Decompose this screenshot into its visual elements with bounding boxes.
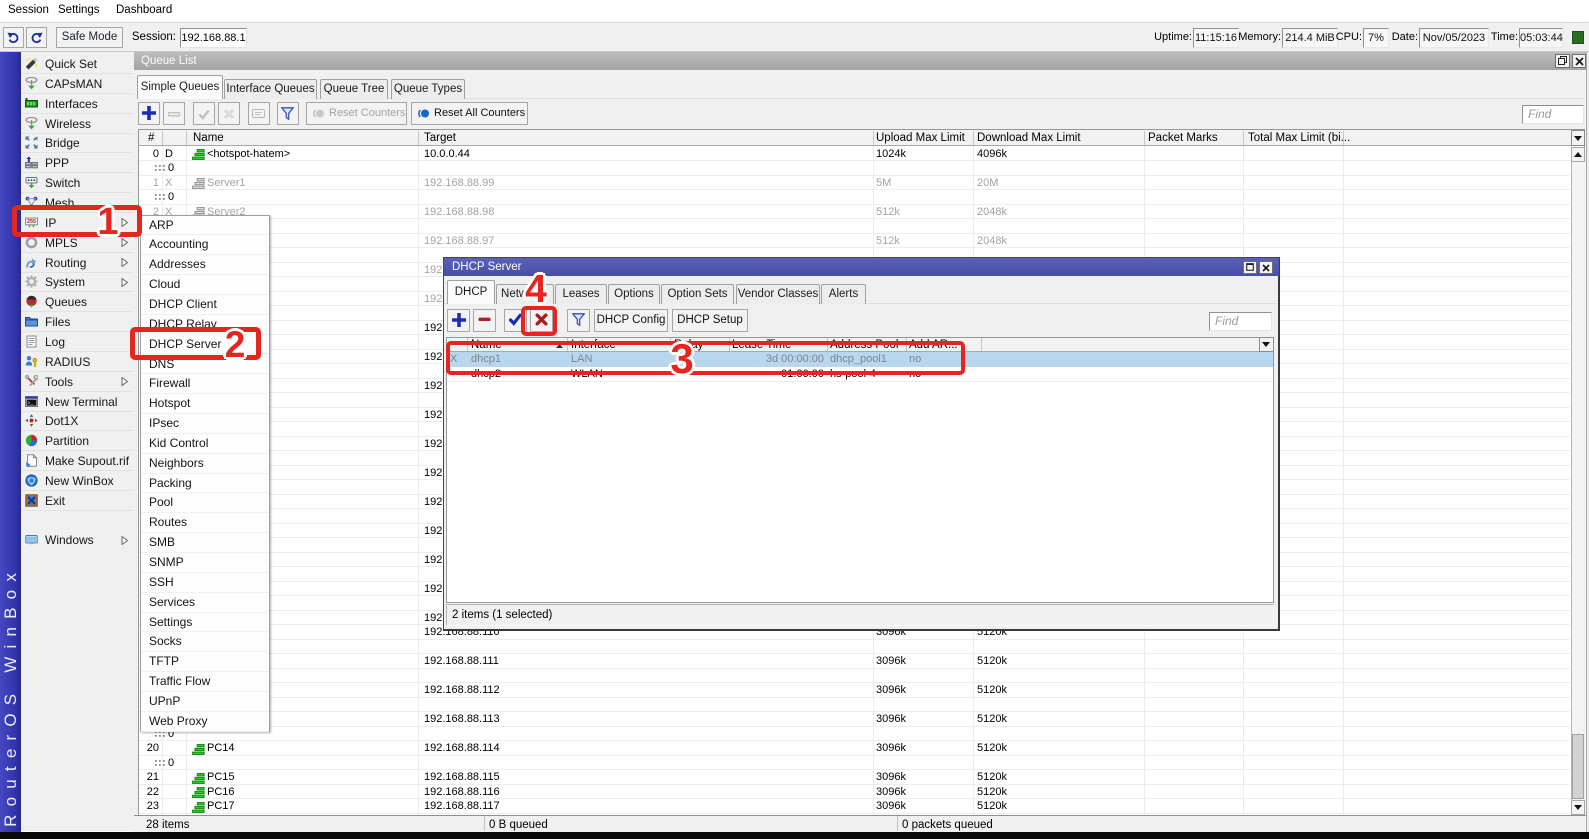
svg-text:>_: >_	[27, 400, 34, 406]
